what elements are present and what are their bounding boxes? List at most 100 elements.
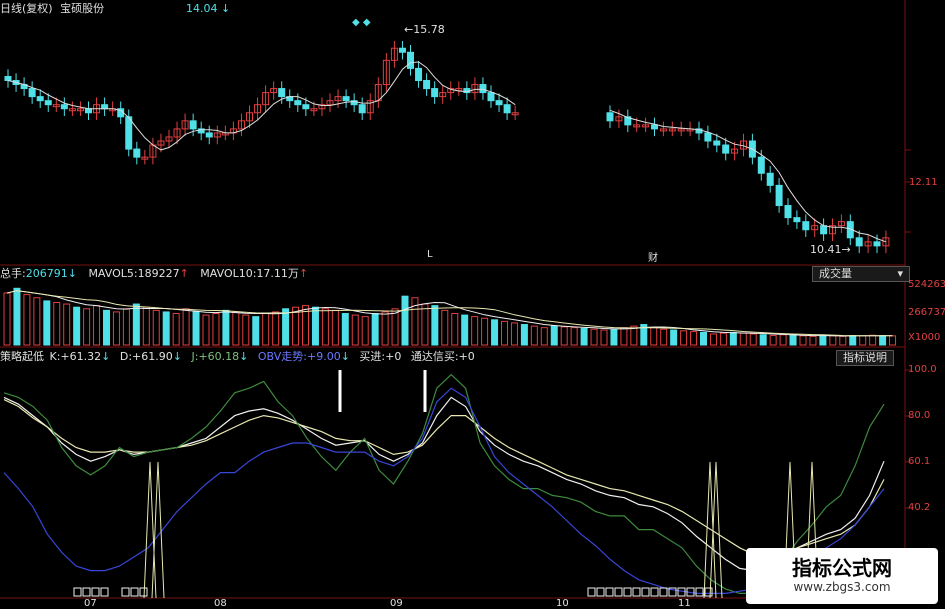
- volume-bar: [461, 314, 469, 346]
- candle-body: [793, 217, 801, 223]
- candle-body: [802, 221, 810, 231]
- indicator-dropdown[interactable]: 成交量 ▾: [812, 266, 910, 282]
- volume-bar: [819, 335, 827, 346]
- x-tick-07: 07: [84, 598, 97, 609]
- mavol5-value: 189227: [137, 267, 180, 280]
- volume-bar: [481, 317, 489, 346]
- volume-bar: [331, 309, 339, 346]
- signal-spike: [143, 461, 157, 599]
- volume-bar: [560, 326, 568, 346]
- volume-bar: [590, 328, 598, 346]
- mavol5-label: MAVOL5:: [88, 267, 138, 280]
- candle-body: [479, 84, 487, 94]
- buy-label: 买进:: [359, 350, 386, 363]
- candle-body: [820, 225, 828, 235]
- volume-bar: [441, 309, 449, 346]
- total-label: 总手:: [0, 267, 26, 280]
- tdx-buy-value: +0: [458, 350, 475, 363]
- candle-body: [487, 92, 495, 102]
- candle-body: [28, 88, 36, 98]
- volume-bar: [132, 303, 140, 346]
- candle-body: [722, 144, 730, 154]
- candle-body: [398, 47, 406, 53]
- candle-body: [713, 140, 721, 146]
- volume-bar: [530, 325, 538, 346]
- candle-body: [36, 96, 44, 102]
- volume-bar: [321, 308, 329, 346]
- volume-bar: [401, 295, 409, 346]
- chevron-down-icon: ▾: [897, 267, 903, 280]
- volume-bar: [550, 325, 558, 346]
- indicator-name[interactable]: 策略起低: [0, 350, 44, 363]
- signal-box: [587, 587, 596, 597]
- volume-bar: [650, 327, 658, 346]
- volume-bar: [53, 301, 61, 346]
- volume-bar: [142, 306, 150, 346]
- volume-bar: [361, 316, 369, 346]
- volume-bar: [491, 319, 499, 346]
- high-marker: ←15.78: [404, 23, 445, 36]
- volume-bar: [272, 311, 280, 346]
- event-l-marker[interactable]: L: [427, 249, 433, 260]
- signal-box: [130, 587, 139, 597]
- volume-axis-label-2: 266737: [908, 307, 945, 318]
- volume-bar: [341, 313, 349, 346]
- volume-bar: [371, 313, 379, 346]
- volume-bar: [670, 329, 678, 346]
- signal-box: [632, 587, 641, 597]
- k-label: K:: [49, 350, 61, 363]
- volume-bar: [33, 297, 41, 346]
- indicator-explain-button[interactable]: 指标说明: [836, 350, 894, 366]
- candle-body: [495, 100, 503, 106]
- x-tick-08: 08: [214, 598, 227, 609]
- volume-axis-label-1: 524263: [908, 279, 945, 290]
- watermark-title: 指标公式网: [792, 556, 892, 580]
- volume-bar: [879, 335, 887, 346]
- candle-body: [358, 104, 366, 114]
- dropdown-label: 成交量: [819, 267, 852, 280]
- ind-axis-label-2: 80.0: [908, 410, 931, 421]
- volume-bar: [610, 328, 618, 346]
- ind-axis-label-4: 40.2: [908, 502, 931, 513]
- obv-value: +9.00: [306, 350, 341, 363]
- mavol10-label: MAVOL10:: [200, 267, 257, 280]
- d-label: D:: [119, 350, 133, 363]
- volume-bar: [680, 330, 688, 346]
- j-value: +60.18: [198, 350, 240, 363]
- signal-box: [596, 587, 605, 597]
- signal-spike: [703, 461, 717, 599]
- watermark-url: www.zbgs3.com: [793, 580, 891, 594]
- volume-bar: [660, 328, 668, 346]
- down-arrow-icon: ↓: [101, 350, 111, 363]
- volume-bar: [580, 327, 588, 346]
- total-value: 206791: [25, 267, 68, 280]
- period-label[interactable]: 日线(复权): [0, 2, 53, 15]
- event-financial-marker[interactable]: 财: [648, 249, 658, 264]
- signal-box: [695, 587, 704, 597]
- x-tick-10: 10: [556, 598, 569, 609]
- candle-body: [4, 75, 12, 82]
- volume-bar: [809, 335, 817, 346]
- ind-axis-label-3: 60.1: [908, 456, 931, 467]
- volume-bar: [451, 313, 459, 346]
- price-header: 日线(复权) 宝硕股份: [0, 2, 104, 16]
- volume-bar: [3, 292, 11, 346]
- signal-box: [100, 587, 109, 597]
- volume-bar: [600, 329, 608, 346]
- volume-bar: [859, 335, 867, 346]
- buy-value: +0: [385, 350, 402, 363]
- volume-bar: [501, 320, 508, 346]
- volume-bar: [421, 303, 429, 346]
- volume-header: 总手:206791↓ MAVOL5:189227↑ MAVOL10:17.11万…: [0, 267, 308, 281]
- candle-body: [44, 100, 52, 106]
- candle-body: [294, 100, 302, 106]
- signal-box: [704, 587, 713, 597]
- candle-body: [407, 51, 414, 69]
- volume-bar: [13, 287, 21, 346]
- volume-bar: [520, 324, 528, 346]
- volume-bar: [779, 334, 787, 346]
- candle-body: [873, 241, 881, 247]
- down-arrow-icon: ↓: [67, 267, 77, 280]
- volume-bar: [510, 322, 518, 346]
- volume-bar: [93, 305, 101, 346]
